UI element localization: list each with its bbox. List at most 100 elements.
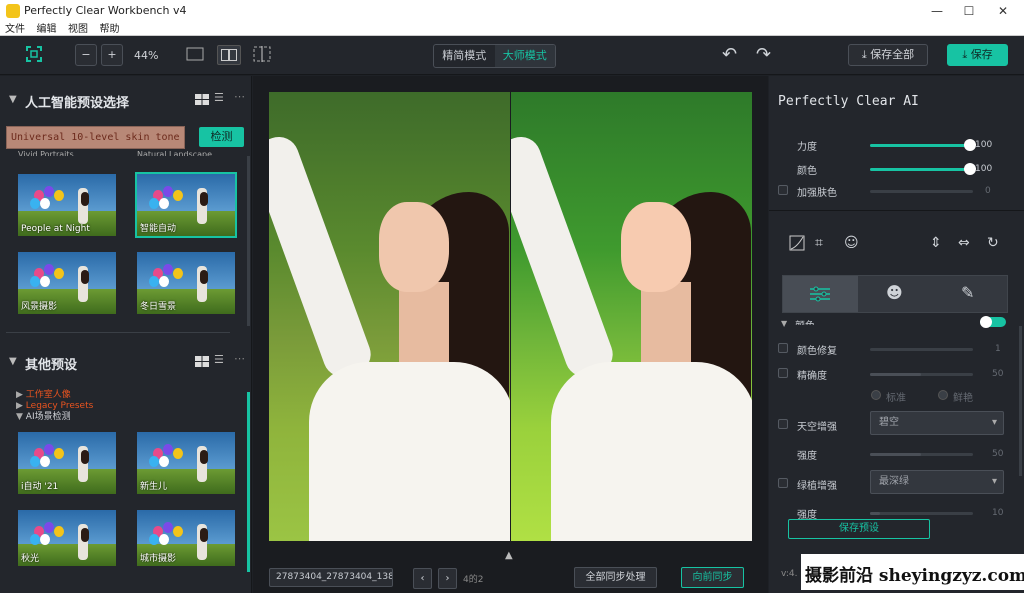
zoom-in-button[interactable]: + [101,44,123,66]
save-all-button[interactable]: ⤓ 保存全部 [848,44,928,66]
preset-thumb-city[interactable]: 城市摄影 [135,508,237,568]
foliage-strength-slider[interactable] [870,512,973,515]
list-view-icon[interactable]: ☰ [214,91,224,104]
collapse-icon[interactable]: ▼ [9,356,17,367]
sync-forward-button[interactable]: 向前同步 [681,567,744,588]
skin-slider[interactable] [870,190,973,193]
original-photo [269,92,510,541]
menu-help[interactable]: 帮助 [100,23,120,36]
save-label: 保存 [970,48,993,61]
strength-slider[interactable] [870,139,976,151]
foliage-select[interactable]: 最深绿 [870,470,1004,494]
side-by-side-view-button[interactable] [217,45,241,65]
save-all-label: 保存全部 [870,48,915,61]
scrollbar[interactable] [247,392,250,572]
detect-button[interactable]: 检测 [199,127,244,147]
preset-thumb-newborn[interactable]: 新生儿 [135,430,237,496]
thumb-caption: 城市摄影 [140,554,177,564]
foliage-strength-value: 10 [992,508,1004,518]
filmstrip-toggle-icon[interactable]: ▲ [505,550,513,561]
vivid-slider[interactable] [870,373,973,376]
color-section-label: 颜色 [795,317,815,325]
tree-item-studio[interactable]: ▶ 工作室人像 [16,390,93,401]
color-section-toggle[interactable] [980,316,1006,328]
rotate-icon[interactable]: ↻ [987,235,999,251]
color-fix-slider[interactable] [870,348,973,351]
next-image-button[interactable]: › [438,568,457,589]
curves-icon[interactable] [789,235,805,251]
foliage-checkbox[interactable] [778,478,788,488]
face-retouch-tab-icon[interactable]: ☻ [886,285,903,301]
radio-vivid[interactable] [938,390,948,400]
sky-label: 天空增强 [797,422,837,433]
preset-tree: ▶ 工作室人像 ▶ Legacy Presets ▼ AI场景检测 [16,390,93,423]
crop-icon[interactable]: ⌗ [815,235,823,251]
sync-all-button[interactable]: 全部同步处理 [574,567,657,588]
flip-horizontal-icon[interactable]: ⇔ [958,235,970,251]
color-label: 颜色 [797,166,817,177]
sky-strength-slider[interactable] [870,453,973,456]
menu-view[interactable]: 视图 [68,23,88,36]
sliders-icon [810,286,830,302]
tree-item-ai-scene[interactable]: ▼ AI场景检测 [16,412,93,423]
single-view-icon[interactable] [186,47,204,61]
collapse-icon[interactable]: ▼ [781,319,787,328]
preset-search-input[interactable]: Universal 10-level skin tone [6,126,185,149]
more-icon[interactable]: ⋯ [234,90,245,103]
color-fix-checkbox[interactable] [778,343,788,353]
mode-switch: 精简模式 大师模式 [433,44,556,68]
thumb-caption: 冬日雪景 [140,302,177,312]
face-icon[interactable]: ☺ [844,235,859,251]
master-mode-tab[interactable]: 大师模式 [494,45,555,67]
color-fix-label: 颜色修复 [797,346,837,357]
tab-adjust[interactable] [783,276,858,312]
crop-frame-icon[interactable] [25,45,43,63]
list-view-icon[interactable]: ☰ [214,353,224,366]
sky-select[interactable]: 碧空 [870,411,1004,435]
sky-checkbox[interactable] [778,419,788,429]
save-preset-button[interactable]: 保存预设 [788,519,930,539]
prev-image-button[interactable]: ‹ [413,568,432,589]
skin-checkbox[interactable] [778,185,788,195]
scrollbar[interactable] [247,156,250,326]
divider [769,210,1024,211]
minimize-button[interactable]: — [920,0,954,22]
color-slider[interactable] [870,163,976,175]
preset-thumb-winter-snow[interactable]: 冬日雪景 [135,250,237,316]
scrollbar[interactable] [1019,326,1022,476]
collapse-icon[interactable]: ▼ [9,94,17,105]
vivid-checkbox[interactable] [778,368,788,378]
undo-icon[interactable]: ↶ [722,44,737,65]
watermark-text: 摄影前沿 sheyingzyz.com [805,566,1024,586]
grid-view-icon[interactable] [195,94,209,105]
flip-vertical-icon[interactable]: ⇕ [930,235,942,251]
tool-tabs: ☻ ✎ [782,275,1008,313]
radio-standard[interactable] [871,390,881,400]
maximize-button[interactable]: ☐ [952,0,986,22]
tree-item-legacy[interactable]: ▶ Legacy Presets [16,401,93,412]
grid-view-icon[interactable] [195,356,209,367]
creative-tab-icon[interactable]: ✎ [961,285,974,301]
compare-split-icon[interactable] [253,46,271,62]
thumb-caption: 风景摄影 [21,302,58,312]
file-select[interactable]: 27873404_27873404_138 [269,568,393,587]
preset-thumb-smart-auto[interactable]: 智能自动 [135,172,237,238]
version-label: v:4. [781,569,798,579]
menu-file[interactable]: 文件 [5,23,25,36]
preset-thumb-auto-21[interactable]: i自动 '21 [16,430,118,496]
redo-icon[interactable]: ↷ [756,44,771,65]
preset-thumb-autumn[interactable]: 秋光 [16,508,118,568]
close-button[interactable]: ✕ [986,0,1020,22]
simple-mode-tab[interactable]: 精简模式 [434,45,495,67]
menu-edit[interactable]: 编辑 [37,23,57,36]
foliage-label: 绿植增强 [797,481,837,492]
thumb-caption: 新生儿 [140,482,168,492]
preset-thumb-people-night[interactable]: People at Night [16,172,118,238]
zoom-out-button[interactable]: − [75,44,97,66]
skin-label: 加强肤色 [797,188,837,199]
divider [6,332,230,333]
title-bar: Perfectly Clear Workbench v4 — ☐ ✕ [0,0,1024,22]
preset-thumb-landscape[interactable]: 风景摄影 [16,250,118,316]
more-icon[interactable]: ⋯ [234,352,245,365]
save-button[interactable]: ⤓ 保存 [947,44,1008,66]
